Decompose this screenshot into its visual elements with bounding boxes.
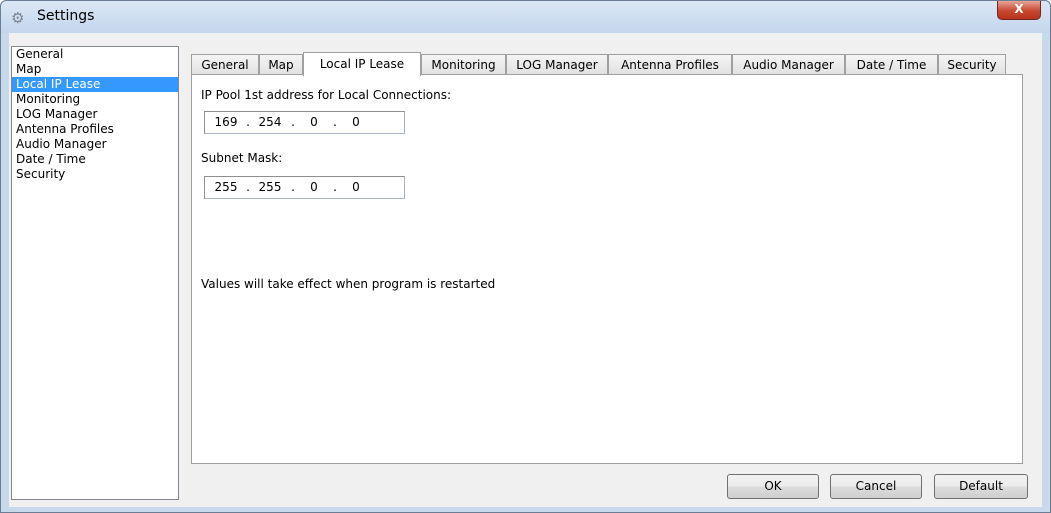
sidebar-item-date-time[interactable]: Date / Time (12, 152, 178, 167)
tab-date-time[interactable]: Date / Time (845, 54, 938, 75)
subnet-dot-2: . (291, 180, 295, 194)
sidebar-item-map[interactable]: Map (12, 62, 178, 77)
subnet-octet-4[interactable]: 0 (343, 180, 369, 194)
sidebar-item-audio-manager[interactable]: Audio Manager (12, 137, 178, 152)
default-button[interactable]: Default (934, 474, 1028, 499)
ip-pool-label: IP Pool 1st address for Local Connection… (201, 88, 452, 102)
window-title: Settings (37, 8, 95, 24)
subnet-mask-field[interactable]: 255 . 255 . 0 . 0 (204, 176, 405, 199)
restart-note: Values will take effect when program is … (201, 277, 496, 291)
subnet-mask-label: Subnet Mask: (201, 151, 283, 165)
close-button[interactable]: X (997, 1, 1041, 20)
tab-map[interactable]: Map (259, 54, 303, 75)
ok-button[interactable]: OK (727, 474, 819, 499)
ip-pool-octet-4[interactable]: 0 (343, 115, 369, 129)
tab-monitoring[interactable]: Monitoring (421, 54, 506, 75)
tab-log-manager[interactable]: LOG Manager (506, 54, 608, 75)
settings-category-list[interactable]: General Map Local IP Lease Monitoring LO… (11, 46, 179, 500)
tab-audio-manager[interactable]: Audio Manager (732, 54, 845, 75)
ip-pool-dot-1: . (246, 115, 250, 129)
title-bar[interactable]: ⚙ Settings X (1, 1, 1050, 33)
ip-pool-address-field[interactable]: 169 . 254 . 0 . 0 (204, 111, 405, 134)
subnet-dot-1: . (246, 180, 250, 194)
tab-antenna-profiles[interactable]: Antenna Profiles (608, 54, 732, 75)
ip-pool-dot-3: . (333, 115, 337, 129)
sidebar-item-log-manager[interactable]: LOG Manager (12, 107, 178, 122)
gears-icon: ⚙ (11, 9, 25, 27)
sidebar-item-local-ip-lease[interactable]: Local IP Lease (12, 77, 178, 92)
sidebar-item-security[interactable]: Security (12, 167, 178, 182)
sidebar-item-antenna-profiles[interactable]: Antenna Profiles (12, 122, 178, 137)
subnet-octet-1[interactable]: 255 (213, 180, 239, 194)
tab-local-ip-lease[interactable]: Local IP Lease (303, 52, 421, 76)
local-ip-lease-panel: IP Pool 1st address for Local Connection… (191, 74, 1023, 464)
subnet-octet-3[interactable]: 0 (301, 180, 327, 194)
close-icon: X (1014, 2, 1024, 16)
ip-pool-octet-1[interactable]: 169 (213, 115, 239, 129)
ip-pool-octet-3[interactable]: 0 (301, 115, 327, 129)
sidebar-item-general[interactable]: General (12, 47, 178, 62)
settings-window: ⚙ Settings X General Map Local IP Lease … (0, 0, 1051, 513)
cancel-button[interactable]: Cancel (830, 474, 922, 499)
sidebar-item-monitoring[interactable]: Monitoring (12, 92, 178, 107)
subnet-octet-2[interactable]: 255 (257, 180, 283, 194)
tab-security[interactable]: Security (938, 54, 1006, 75)
ip-pool-dot-2: . (291, 115, 295, 129)
ip-pool-octet-2[interactable]: 254 (257, 115, 283, 129)
window-client-area: General Map Local IP Lease Monitoring LO… (9, 33, 1042, 507)
subnet-dot-3: . (333, 180, 337, 194)
tab-general[interactable]: General (191, 54, 259, 75)
